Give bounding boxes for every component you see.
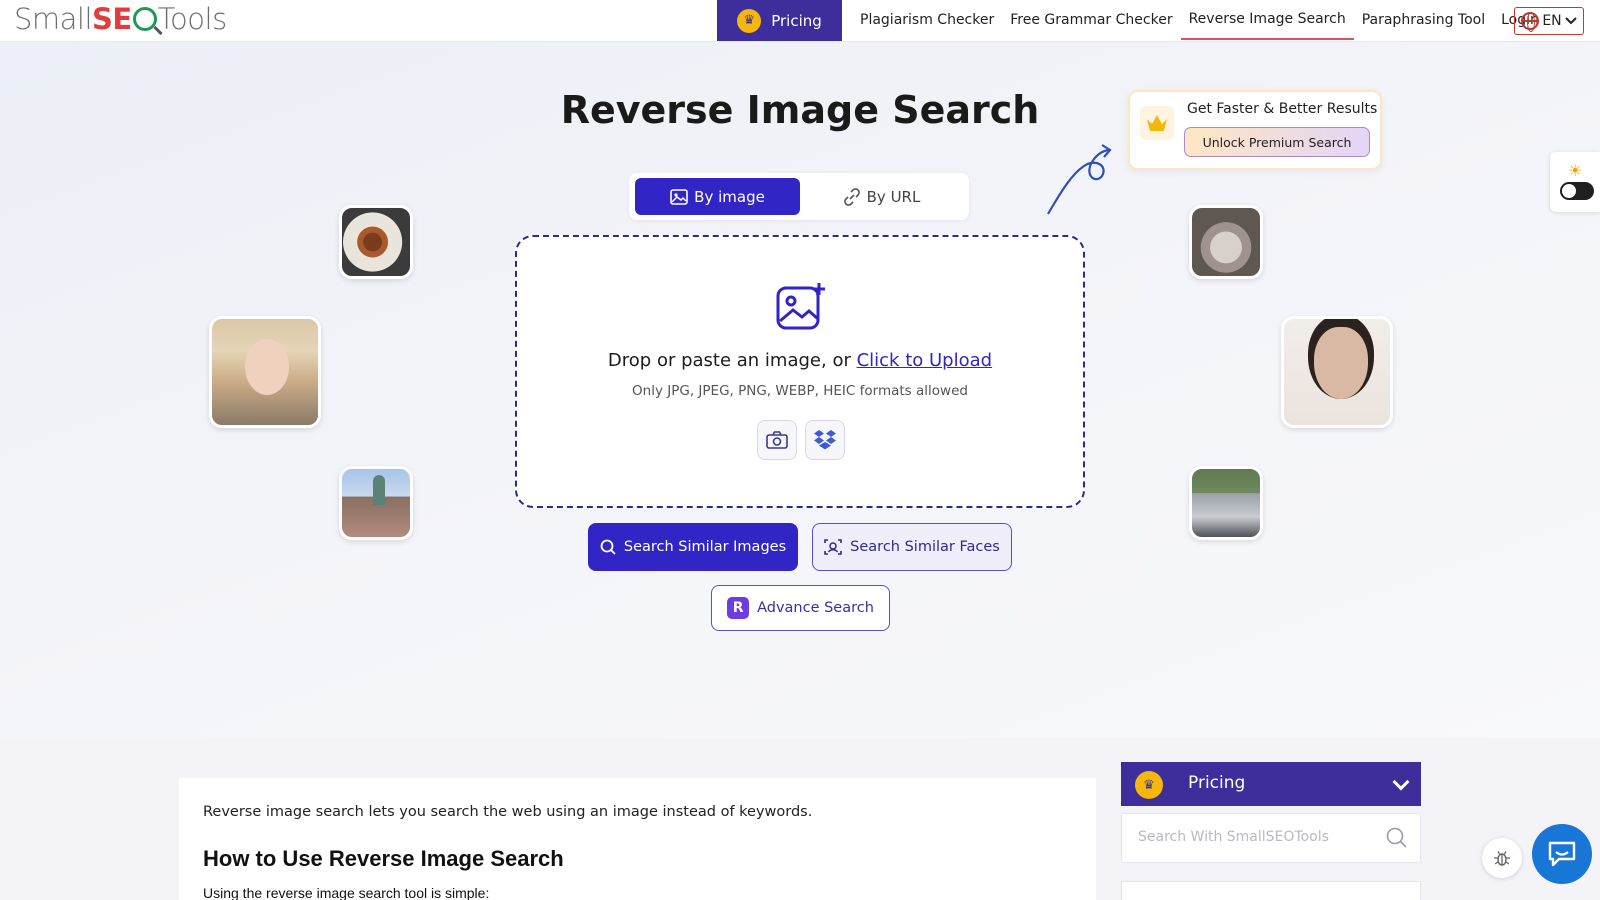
add-image-icon [776, 283, 825, 330]
crown-icon: ♛ [737, 8, 762, 33]
search-icon [600, 539, 616, 555]
dropbox-button[interactable] [805, 420, 845, 460]
bug-icon [1494, 851, 1510, 866]
sample-image-woman-portrait[interactable] [209, 316, 321, 428]
camera-button[interactable] [757, 420, 797, 460]
tab-by-image-label: By image [694, 187, 765, 206]
unlock-premium-button[interactable]: Unlock Premium Search [1184, 127, 1370, 157]
nav-grammar-checker[interactable]: Free Grammar Checker [1002, 0, 1180, 40]
sidebar-pricing-label: Pricing [1188, 773, 1246, 793]
advance-search-button[interactable]: R Advance Search [711, 585, 890, 631]
search-mode-tabs: By image By URL [629, 173, 969, 220]
sample-image-steak[interactable] [339, 205, 413, 279]
sample-image-cat[interactable] [1189, 205, 1263, 279]
premium-crown-icon [1140, 106, 1174, 140]
click-to-upload-link[interactable]: Click to Upload [857, 350, 992, 371]
sidebar-next-card [1121, 881, 1421, 900]
crown-icon: ♛ [1135, 771, 1163, 799]
advance-search-label: Advance Search [757, 600, 874, 616]
sample-image-castle[interactable] [339, 466, 413, 540]
language-label: EN [1542, 13, 1562, 29]
globe-icon [1521, 12, 1540, 32]
image-icon [670, 188, 688, 205]
search-similar-faces-label: Search Similar Faces [850, 539, 1000, 555]
sidebar-search-input[interactable] [1138, 829, 1378, 845]
nav-links: Plagiarism Checker Free Grammar Checker … [852, 0, 1547, 40]
tab-by-image[interactable]: By image [635, 178, 800, 215]
live-chat-button[interactable] [1532, 824, 1592, 884]
link-icon [843, 187, 860, 206]
search-similar-images-label: Search Similar Images [623, 539, 787, 555]
hero-section: Reverse Image Search By image By URL Dro… [0, 42, 1600, 738]
sidebar-pricing-dropdown[interactable]: ♛ Pricing [1121, 762, 1421, 806]
sample-image-woman-face[interactable] [1281, 316, 1393, 428]
search-icon[interactable] [1386, 827, 1408, 849]
sample-image-car[interactable] [1189, 466, 1263, 540]
sun-icon: ☀ [1568, 161, 1583, 180]
dropzone-instruction: Drop or paste an image, or Click to Uplo… [517, 350, 1083, 371]
chevron-down-icon [1392, 773, 1410, 791]
tab-by-url-label: By URL [866, 187, 921, 206]
top-navigation: SmallSE Tools ♛ Pricing Plagiarism Checke… [0, 0, 1600, 42]
nav-reverse-image-search[interactable]: Reverse Image Search [1180, 0, 1354, 40]
tab-by-url[interactable]: By URL [799, 178, 964, 215]
logo-text-tools: Tools [157, 2, 227, 36]
language-selector[interactable]: EN [1514, 7, 1584, 35]
curved-arrow-icon [1047, 144, 1112, 215]
article-heading: How to Use Reverse Image Search [203, 846, 564, 871]
magnifier-icon [132, 7, 157, 31]
theme-toggle[interactable]: ☀ [1550, 152, 1600, 212]
article-content: Reverse image search lets you search the… [179, 778, 1096, 900]
nav-pricing-label: Pricing [771, 11, 822, 30]
dropzone-text: Drop or paste an image, or [607, 350, 851, 371]
nav-pricing-button[interactable]: ♛ Pricing [717, 0, 842, 41]
nav-paraphrasing-tool[interactable]: Paraphrasing Tool [1354, 0, 1493, 40]
logo-text-small: Small [14, 2, 93, 36]
dropbox-icon [814, 430, 836, 450]
dark-mode-switch[interactable] [1560, 182, 1594, 200]
camera-icon [766, 431, 788, 449]
nav-plagiarism-checker[interactable]: Plagiarism Checker [852, 0, 1002, 40]
bug-report-button[interactable] [1482, 838, 1522, 878]
article-subtext: Using the reverse image search tool is s… [203, 885, 490, 900]
article-intro: Reverse image search lets you search the… [203, 804, 813, 820]
sidebar-search-box [1121, 813, 1421, 863]
allowed-formats-note: Only JPG, JPEG, PNG, WEBP, HEIC formats … [632, 383, 968, 399]
search-similar-images-button[interactable]: Search Similar Images [588, 523, 798, 571]
premium-promo-card: Get Faster & Better Results Unlock Premi… [1128, 90, 1382, 170]
face-scan-icon [824, 539, 842, 555]
image-dropzone[interactable]: Drop or paste an image, or Click to Uplo… [515, 235, 1085, 508]
premium-title: Get Faster & Better Results [1187, 101, 1378, 117]
search-similar-faces-button[interactable]: Search Similar Faces [812, 523, 1012, 571]
logo-text-seo: SE [92, 2, 132, 36]
chat-icon [1548, 841, 1576, 867]
advance-logo-icon: R [727, 597, 750, 619]
site-logo[interactable]: SmallSE Tools [14, 2, 227, 36]
chevron-down-icon [1564, 17, 1577, 25]
